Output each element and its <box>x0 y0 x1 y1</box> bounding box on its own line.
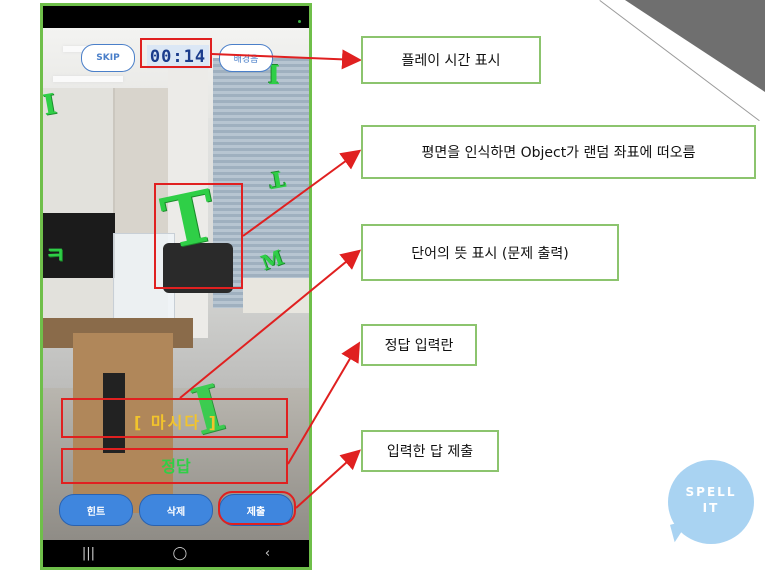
arrow-object <box>242 149 362 237</box>
callout-play-time: 플레이 시간 표시 <box>361 36 541 84</box>
callout-answer-field: 정답 입력란 <box>361 324 477 366</box>
arrow-play-time <box>211 49 362 70</box>
logo-line-2: IT <box>702 501 720 515</box>
callout-meaning: 단어의 뜻 표시 (문제 출력) <box>361 224 619 281</box>
annotation-arrows <box>179 49 362 509</box>
arrow-answer <box>287 341 361 465</box>
logo-line-1: SPELL <box>685 485 737 499</box>
callout-object-spawn: 평면을 인식하면 Object가 랜덤 좌표에 떠오름 <box>361 125 756 179</box>
callout-submit: 입력한 답 제출 <box>361 430 499 472</box>
spellit-logo-text: SPELL IT <box>668 484 754 516</box>
arrow-meaning <box>179 249 362 399</box>
arrow-submit <box>295 449 361 509</box>
